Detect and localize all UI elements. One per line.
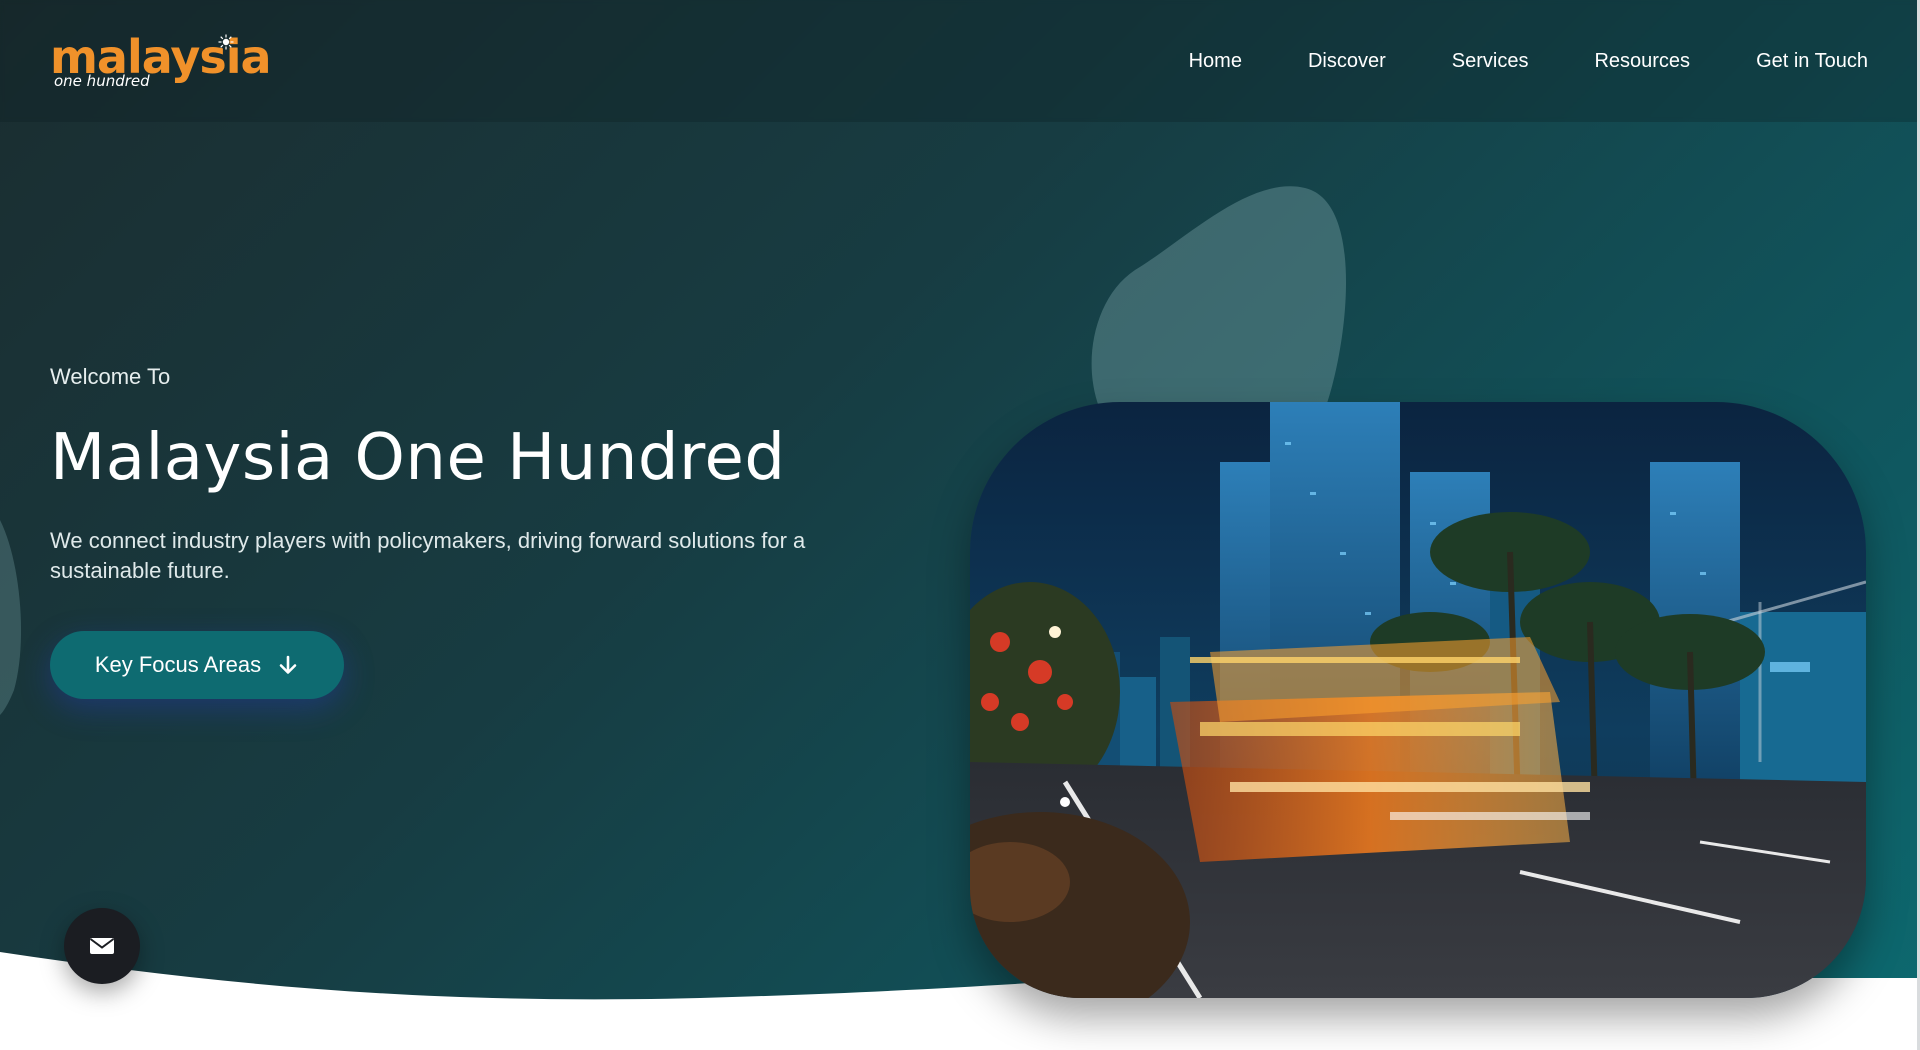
nav-item-resources[interactable]: Resources xyxy=(1594,46,1690,76)
nav-item-home[interactable]: Home xyxy=(1189,46,1242,76)
logo-tagline: one hundred xyxy=(54,72,150,90)
envelope-icon xyxy=(89,938,115,954)
hero-eyebrow: Welcome To xyxy=(50,364,171,389)
key-focus-areas-button[interactable]: Key Focus Areas xyxy=(50,631,344,699)
main-nav: Home Discover Services Resources Get in … xyxy=(1123,46,1868,76)
arrow-down-icon xyxy=(279,655,297,674)
sun-icon xyxy=(218,34,234,50)
page-title: Malaysia One Hundred xyxy=(50,421,786,495)
hero-text: Welcome To Malaysia One Hundred We conne… xyxy=(50,362,950,586)
hero-photo xyxy=(970,402,1866,998)
site-logo[interactable]: malaysia one hundred xyxy=(50,30,272,94)
bottom-wave xyxy=(0,952,1110,1050)
cta-label: Key Focus Areas xyxy=(94,652,262,677)
city-night-photo xyxy=(970,402,1866,998)
contact-mail-button[interactable] xyxy=(64,908,140,984)
nav-item-get-in-touch[interactable]: Get in Touch xyxy=(1756,46,1868,76)
page: malaysia one hundred Home Discover Servi… xyxy=(0,0,1920,1050)
decorative-blob-left xyxy=(0,520,22,715)
nav-item-services[interactable]: Services xyxy=(1452,46,1529,76)
site-header: malaysia one hundred Home Discover Servi… xyxy=(0,0,1920,122)
nav-item-discover[interactable]: Discover xyxy=(1308,46,1386,76)
hero-description: We connect industry players with policym… xyxy=(50,528,806,583)
